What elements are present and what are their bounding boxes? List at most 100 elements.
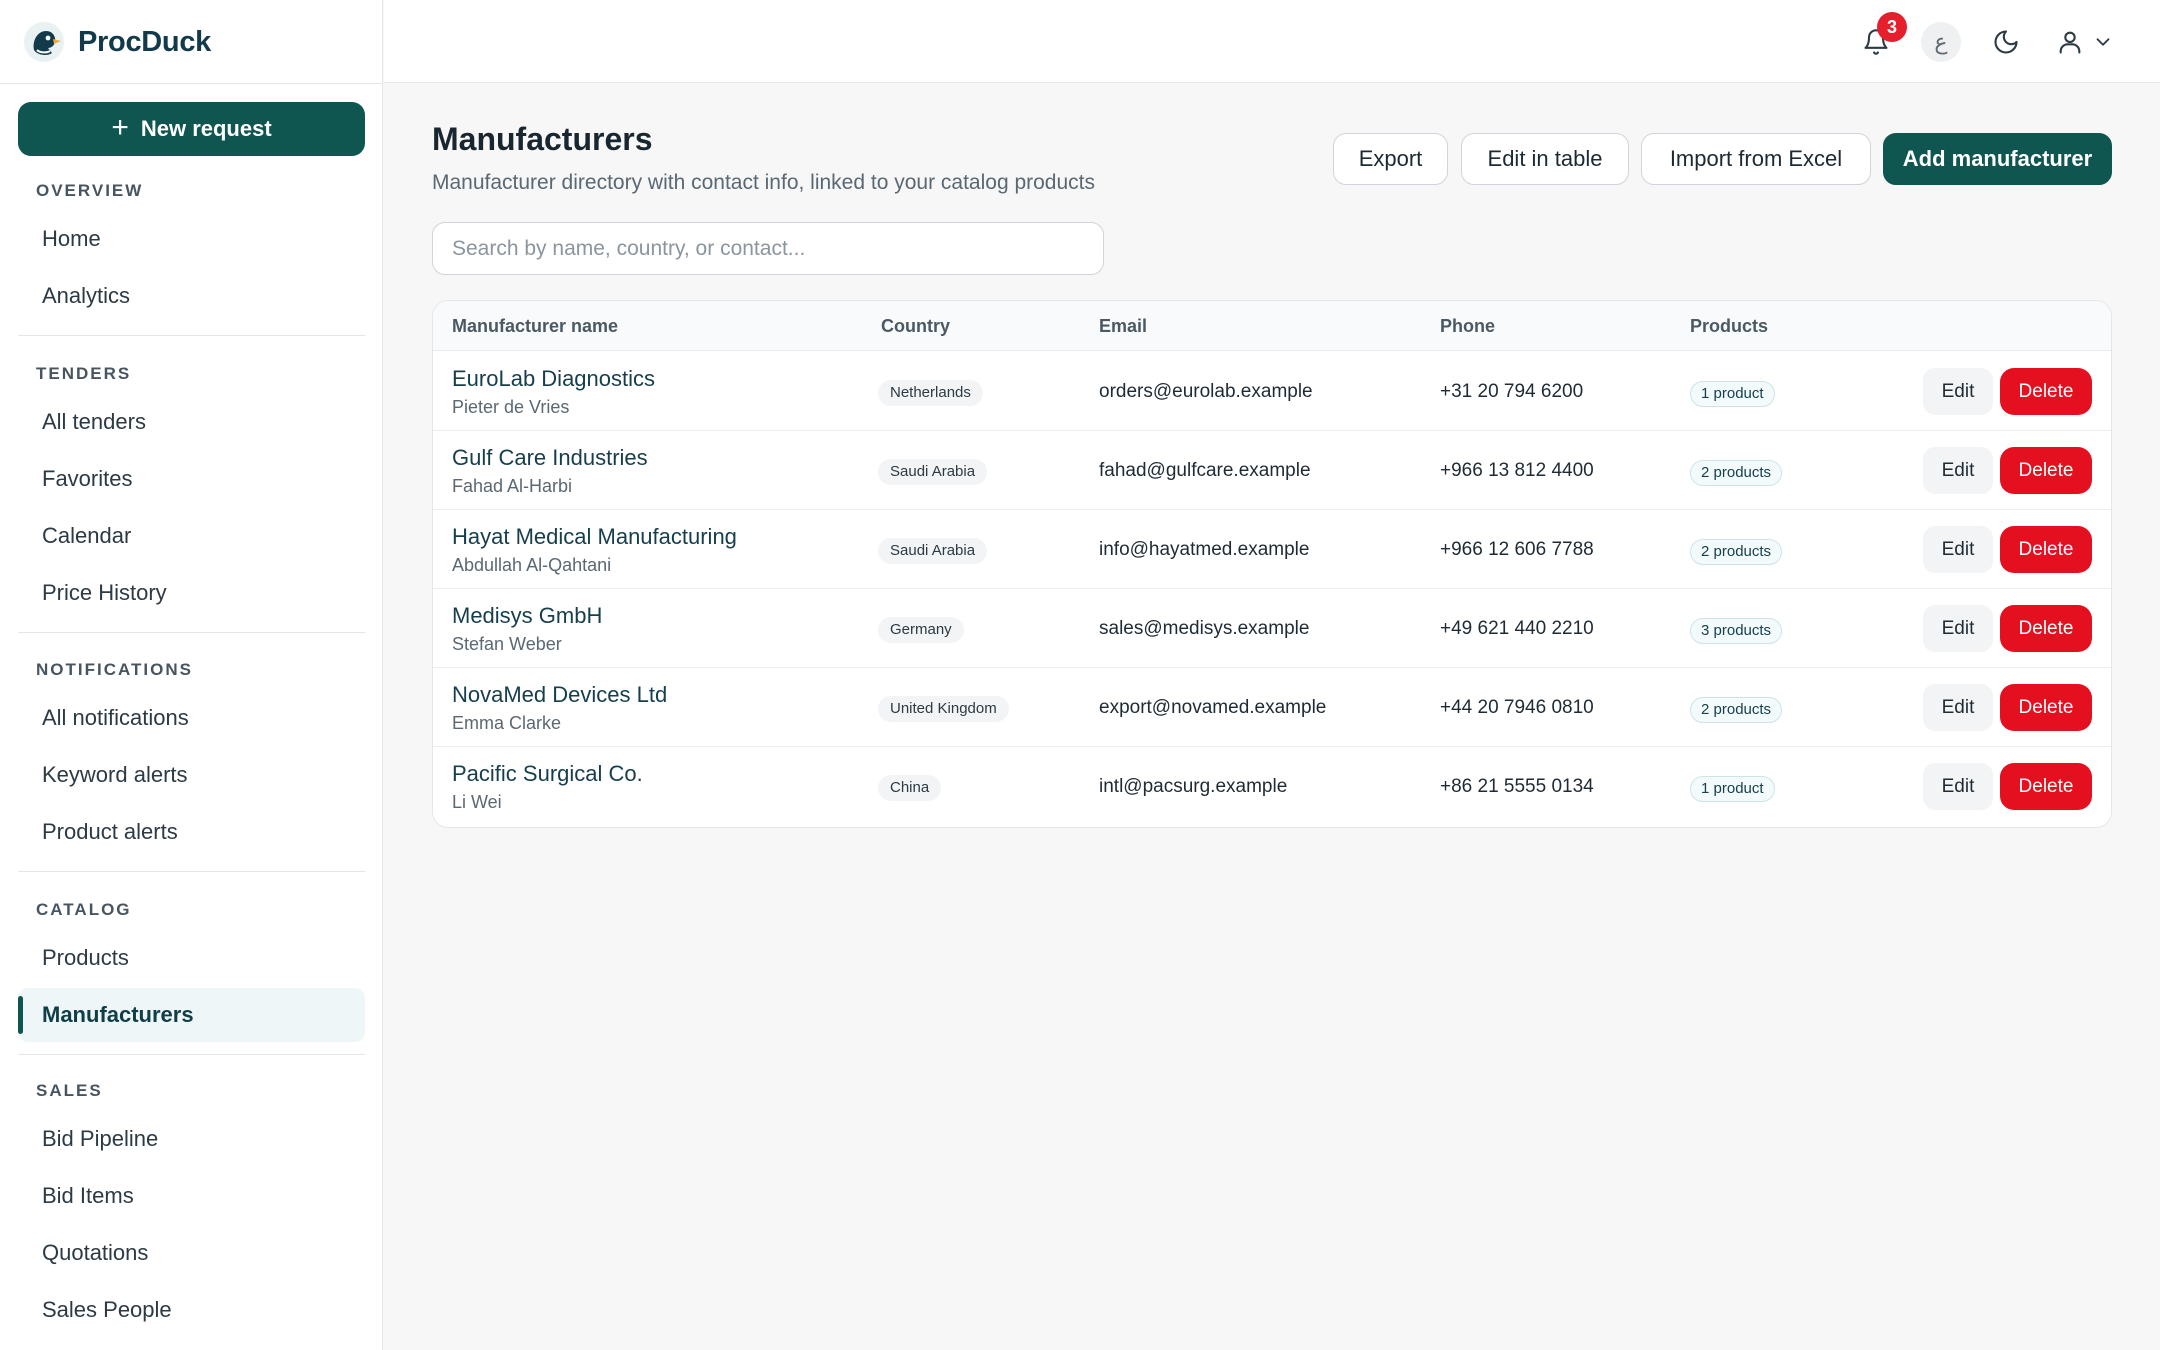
delete-button[interactable]: Delete xyxy=(2000,605,2092,652)
contact-name: Pieter de Vries xyxy=(452,397,570,417)
nav-heading: SALES xyxy=(36,1081,103,1100)
column-header-country[interactable]: Country xyxy=(881,301,950,351)
manufacturer-name[interactable]: Hayat Medical Manufacturing xyxy=(452,524,737,550)
products-count-badge: 3 products xyxy=(1690,618,1783,644)
delete-button[interactable]: Delete xyxy=(2000,526,2092,573)
sidebar-item-products[interactable]: Products xyxy=(18,931,365,985)
nav-heading: OVERVIEW xyxy=(36,181,144,200)
delete-button[interactable]: Delete xyxy=(2000,763,2092,810)
email-value: export@novamed.example xyxy=(1099,697,1327,718)
topbar: 3 ع xyxy=(384,0,2160,83)
user-icon[interactable] xyxy=(2048,20,2092,64)
edit-button[interactable]: Edit xyxy=(1923,684,1993,731)
divider xyxy=(18,871,365,872)
country-badge: China xyxy=(878,775,942,801)
edit-button[interactable]: Edit xyxy=(1923,368,1993,415)
sidebar-item-bid-pipeline[interactable]: Bid Pipeline xyxy=(18,1112,365,1166)
sidebar-item-product-alerts[interactable]: Product alerts xyxy=(18,805,365,859)
page-subtitle: Manufacturer directory with contact info… xyxy=(432,171,1095,194)
phone-value: +44 20 7946 0810 xyxy=(1440,697,1594,718)
products-count-badge: 1 product xyxy=(1690,381,1775,407)
sidebar-item-all-tenders[interactable]: All tenders xyxy=(18,395,365,449)
nav-section-notifications: NOTIFICATIONS All notifications Keyword … xyxy=(18,652,365,872)
add-manufacturer-button[interactable]: Add manufacturer xyxy=(1883,133,2112,185)
table-row[interactable]: Hayat Medical Manufacturing Abdullah Al-… xyxy=(433,510,2111,589)
edit-button[interactable]: Edit xyxy=(1923,526,1993,573)
sidebar: ProcDuck + New request OVERVIEW Home Ana… xyxy=(0,0,383,1350)
manufacturers-table: Manufacturer name Country Email Phone Pr… xyxy=(432,300,2112,828)
nav-heading: TENDERS xyxy=(36,364,132,383)
app-name: ProcDuck xyxy=(78,25,211,58)
delete-button[interactable]: Delete xyxy=(2000,684,2092,731)
country-badge: United Kingdom xyxy=(878,696,1009,722)
nav-section-tenders: TENDERS All tenders Favorites Calendar P… xyxy=(18,356,365,633)
table-row[interactable]: Medisys GmbH Stefan Weber Germany sales@… xyxy=(433,589,2111,668)
sidebar-item-all-notifications[interactable]: All notifications xyxy=(18,691,365,745)
column-header-name[interactable]: Manufacturer name xyxy=(452,301,618,351)
nav-heading: NOTIFICATIONS xyxy=(36,660,193,679)
nav-section-overview: OVERVIEW Home Analytics xyxy=(18,173,365,336)
sidebar-item-quotations[interactable]: Quotations xyxy=(18,1226,365,1280)
import-from-excel-button[interactable]: Import from Excel xyxy=(1641,133,1871,185)
language-toggle[interactable]: ع xyxy=(1921,22,1961,62)
chevron-down-icon[interactable] xyxy=(2088,20,2118,64)
divider xyxy=(18,632,365,633)
products-count-badge: 2 products xyxy=(1690,697,1783,723)
manufacturer-name[interactable]: Medisys GmbH xyxy=(452,603,602,629)
divider xyxy=(18,335,365,336)
manufacturer-name[interactable]: Gulf Care Industries xyxy=(452,445,648,471)
products-count-badge: 2 products xyxy=(1690,460,1783,486)
table-row[interactable]: EuroLab Diagnostics Pieter de Vries Neth… xyxy=(433,352,2111,431)
email-value: sales@medisys.example xyxy=(1099,618,1310,639)
column-header-phone[interactable]: Phone xyxy=(1440,301,1495,351)
notification-count-badge: 3 xyxy=(1877,12,1907,42)
sidebar-item-calendar[interactable]: Calendar xyxy=(18,509,365,563)
sidebar-item-sales-people[interactable]: Sales People xyxy=(18,1283,365,1337)
manufacturer-name[interactable]: EuroLab Diagnostics xyxy=(452,366,655,392)
edit-in-table-button[interactable]: Edit in table xyxy=(1461,133,1629,185)
duck-logo-icon xyxy=(24,22,64,62)
contact-name: Fahad Al-Harbi xyxy=(452,476,573,496)
sidebar-item-manufacturers[interactable]: Manufacturers xyxy=(18,988,365,1042)
new-request-label: New request xyxy=(140,116,272,141)
sidebar-item-price-history[interactable]: Price History xyxy=(18,566,365,620)
divider xyxy=(0,83,383,84)
email-value: intl@pacsurg.example xyxy=(1099,776,1288,797)
export-button[interactable]: Export xyxy=(1333,133,1448,185)
manufacturer-name[interactable]: NovaMed Devices Ltd xyxy=(452,682,667,708)
nav-section-catalog: CATALOG Products Manufacturers xyxy=(18,892,365,1055)
phone-value: +966 13 812 4400 xyxy=(1440,460,1594,481)
contact-name: Abdullah Al-Qahtani xyxy=(452,555,612,575)
table-row[interactable]: Gulf Care Industries Fahad Al-Harbi Saud… xyxy=(433,431,2111,510)
edit-button[interactable]: Edit xyxy=(1923,763,1993,810)
sidebar-item-home[interactable]: Home xyxy=(18,212,365,266)
country-badge: Saudi Arabia xyxy=(878,459,988,485)
country-badge: Saudi Arabia xyxy=(878,538,988,564)
delete-button[interactable]: Delete xyxy=(2000,368,2092,415)
sidebar-item-keyword-alerts[interactable]: Keyword alerts xyxy=(18,748,365,802)
delete-button[interactable]: Delete xyxy=(2000,447,2092,494)
moon-icon[interactable] xyxy=(1984,20,2028,64)
search-input[interactable] xyxy=(432,222,1104,275)
column-header-products[interactable]: Products xyxy=(1690,301,1768,351)
edit-button[interactable]: Edit xyxy=(1923,447,1993,494)
sidebar-item-favorites[interactable]: Favorites xyxy=(18,452,365,506)
plus-icon: + xyxy=(111,110,129,144)
country-badge: Netherlands xyxy=(878,380,983,406)
manufacturer-name[interactable]: Pacific Surgical Co. xyxy=(452,761,643,787)
phone-value: +966 12 606 7788 xyxy=(1440,539,1594,560)
nav-section-sales: SALES Bid Pipeline Bid Items Quotations … xyxy=(18,1073,365,1337)
table-header: Manufacturer name Country Email Phone Pr… xyxy=(433,301,2111,351)
sidebar-item-bid-items[interactable]: Bid Items xyxy=(18,1169,365,1223)
brand[interactable]: ProcDuck xyxy=(22,20,211,64)
table-row[interactable]: NovaMed Devices Ltd Emma Clarke United K… xyxy=(433,668,2111,747)
phone-value: +31 20 794 6200 xyxy=(1440,381,1584,402)
table-row[interactable]: Pacific Surgical Co. Li Wei China intl@p… xyxy=(433,747,2111,826)
sidebar-item-analytics[interactable]: Analytics xyxy=(18,269,365,323)
new-request-button[interactable]: + New request xyxy=(18,102,365,156)
column-header-email[interactable]: Email xyxy=(1099,301,1147,351)
edit-button[interactable]: Edit xyxy=(1923,605,1993,652)
phone-value: +86 21 5555 0134 xyxy=(1440,776,1594,797)
contact-name: Emma Clarke xyxy=(452,713,562,733)
country-badge: Germany xyxy=(878,617,964,643)
